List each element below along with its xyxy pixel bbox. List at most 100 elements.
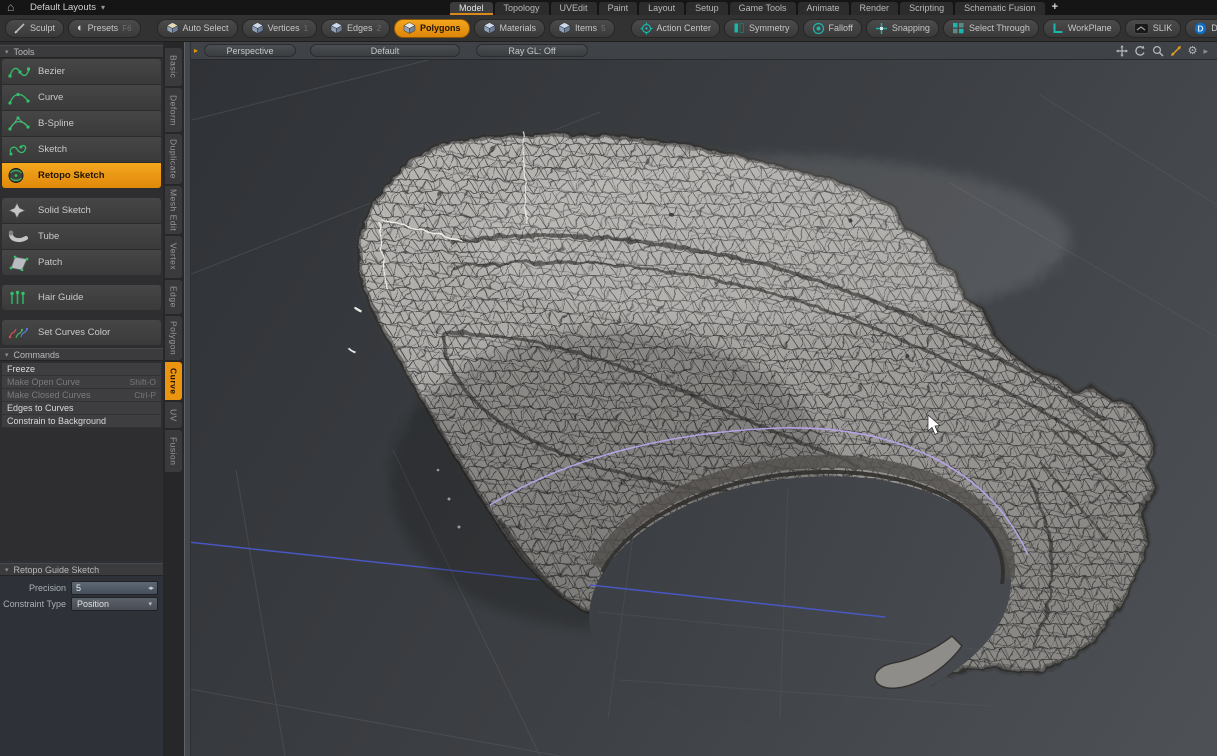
vtab-edge[interactable]: Edge bbox=[165, 280, 182, 314]
slik-button[interactable]: SLIK bbox=[1125, 19, 1182, 38]
falloff-button[interactable]: Falloff bbox=[803, 19, 862, 38]
workplane-label: WorkPlane bbox=[1068, 23, 1112, 33]
command-edges-to-curves[interactable]: Edges to Curves bbox=[2, 402, 161, 415]
settings-gear-icon[interactable]: ⚙ bbox=[1188, 45, 1198, 57]
view-type-dropdown[interactable]: Perspective bbox=[204, 44, 296, 57]
more-options-caret-icon[interactable]: ▸ bbox=[1203, 46, 1208, 57]
tab-paint[interactable]: Paint bbox=[599, 2, 638, 15]
cube-icon bbox=[558, 22, 571, 34]
edges-button[interactable]: Edges 2 bbox=[321, 19, 390, 38]
retopo-guide-sketch-header[interactable]: ▾ Retopo Guide Sketch bbox=[0, 563, 163, 576]
constraint-type-dropdown[interactable]: Position ▾ bbox=[71, 597, 158, 611]
panel-splitter[interactable] bbox=[184, 42, 191, 756]
tab-layout[interactable]: Layout bbox=[639, 2, 684, 15]
pan-icon[interactable] bbox=[1116, 45, 1128, 57]
commands-header-label: Commands bbox=[14, 350, 60, 360]
vtab-vertex[interactable]: Vertex bbox=[165, 236, 182, 278]
tool-retopo-sketch[interactable]: Retopo Sketch bbox=[2, 163, 161, 188]
tool-solid-sketch[interactable]: Solid Sketch bbox=[2, 198, 161, 224]
vtab-deform[interactable]: Deform bbox=[165, 88, 182, 132]
viewport-canvas[interactable] bbox=[184, 60, 1217, 756]
hair-tools-group: Hair Guide bbox=[2, 285, 161, 310]
vtab-curve[interactable]: Curve bbox=[165, 362, 182, 400]
sculpt-button[interactable]: Sculpt bbox=[5, 19, 64, 38]
presets-label: Presets bbox=[88, 23, 119, 33]
symmetry-button[interactable]: Symmetry bbox=[724, 19, 799, 38]
precision-row: Precision 5 ◂▸ bbox=[0, 580, 163, 595]
command-constrain-to-background[interactable]: Constrain to Background bbox=[2, 415, 161, 428]
materials-button[interactable]: Materials bbox=[474, 19, 546, 38]
dash-export-button[interactable]: D Dash Export bbox=[1185, 19, 1217, 38]
precision-field[interactable]: 5 ◂▸ bbox=[71, 581, 158, 595]
vtab-basic[interactable]: Basic bbox=[165, 48, 182, 86]
tools-header-label: Tools bbox=[14, 47, 35, 57]
vtab-duplicate[interactable]: Duplicate bbox=[165, 134, 182, 184]
viewport-menu-caret-icon[interactable]: ▸ bbox=[194, 46, 198, 55]
tool-b-spline[interactable]: B-Spline bbox=[2, 111, 161, 137]
chevron-down-icon: ▾ bbox=[101, 3, 105, 12]
tab-animate[interactable]: Animate bbox=[798, 2, 849, 15]
tab-scripting[interactable]: Scripting bbox=[900, 2, 953, 15]
add-tab-button[interactable]: + bbox=[1047, 1, 1063, 15]
tool-bezier[interactable]: Bezier bbox=[2, 59, 161, 85]
svg-text:D: D bbox=[1198, 23, 1204, 33]
retopo-sketch-icon bbox=[7, 167, 31, 184]
radial-icon bbox=[812, 22, 825, 35]
mirror-icon bbox=[733, 22, 745, 34]
action-center-button[interactable]: Action Center bbox=[631, 19, 721, 38]
select-through-button[interactable]: Select Through bbox=[943, 19, 1039, 38]
command-make-open-curve-shortcut: Shift-O bbox=[130, 377, 156, 387]
magnify-icon[interactable] bbox=[1152, 45, 1164, 57]
vtab-polygon[interactable]: Polygon bbox=[165, 316, 182, 360]
shading-preset-dropdown[interactable]: Default bbox=[310, 44, 460, 57]
cube-icon bbox=[483, 22, 496, 34]
raygl-dropdown[interactable]: Ray GL: Off bbox=[476, 44, 588, 57]
layout-switcher-label: Default Layouts bbox=[30, 2, 96, 13]
half-sphere-icon: ◐ bbox=[77, 22, 84, 34]
vtab-mesh-edit[interactable]: Mesh Edit bbox=[165, 186, 182, 234]
layout-switcher[interactable]: Default Layouts ▾ bbox=[30, 0, 105, 15]
workplane-button[interactable]: WorkPlane bbox=[1043, 19, 1121, 38]
tab-setup[interactable]: Setup bbox=[686, 2, 728, 15]
patch-icon bbox=[7, 255, 31, 271]
tools-section-header[interactable]: ▾ Tools bbox=[0, 45, 163, 58]
orbit-icon[interactable] bbox=[1134, 45, 1146, 57]
tool-sketch[interactable]: Sketch bbox=[2, 137, 161, 163]
plane-icon bbox=[1052, 22, 1064, 34]
scale-icon[interactable] bbox=[1170, 45, 1182, 57]
tool-hair-guide[interactable]: Hair Guide bbox=[2, 285, 161, 310]
commands-section-header[interactable]: ▾ Commands bbox=[0, 348, 163, 361]
presets-button[interactable]: ◐ Presets F6 bbox=[68, 19, 141, 38]
command-make-closed-curves[interactable]: Make Closed Curves Ctrl-P bbox=[2, 389, 161, 402]
tool-tube[interactable]: Tube bbox=[2, 224, 161, 250]
tool-hair-guide-label: Hair Guide bbox=[38, 292, 83, 303]
tool-b-spline-label: B-Spline bbox=[38, 118, 74, 129]
action-center-label: Action Center bbox=[657, 23, 712, 33]
snapping-button[interactable]: Snapping bbox=[866, 19, 939, 38]
cube-icon bbox=[166, 22, 179, 34]
vertices-button[interactable]: Vertices 1 bbox=[242, 19, 317, 38]
tab-uvedit[interactable]: UVEdit bbox=[551, 2, 597, 15]
tab-model[interactable]: Model bbox=[450, 2, 493, 15]
viewport-nav-icons: ⚙ ▸ bbox=[1116, 45, 1208, 57]
spinner-arrows-icon[interactable]: ◂▸ bbox=[148, 584, 153, 592]
home-icon[interactable]: ⌂ bbox=[7, 0, 14, 14]
tab-topology[interactable]: Topology bbox=[495, 2, 549, 15]
tab-schematic-fusion[interactable]: Schematic Fusion bbox=[955, 2, 1045, 15]
auto-select-button[interactable]: Auto Select bbox=[157, 19, 238, 38]
command-make-open-curve[interactable]: Make Open Curve Shift-O bbox=[2, 376, 161, 389]
tool-bezier-label: Bezier bbox=[38, 66, 65, 77]
tool-set-curves-color[interactable]: Set Curves Color bbox=[2, 320, 161, 345]
bezier-icon bbox=[7, 64, 31, 80]
main-toolbar: Sculpt ◐ Presets F6 Auto Select Vertices… bbox=[0, 15, 1217, 42]
vtab-uv[interactable]: UV bbox=[165, 402, 182, 428]
tool-patch[interactable]: Patch bbox=[2, 250, 161, 275]
vertices-label: Vertices bbox=[268, 23, 300, 33]
items-button[interactable]: Items 5 bbox=[549, 19, 614, 38]
tab-render[interactable]: Render bbox=[851, 2, 899, 15]
tool-curve[interactable]: Curve bbox=[2, 85, 161, 111]
command-freeze[interactable]: Freeze bbox=[2, 363, 161, 376]
polygons-button[interactable]: Polygons bbox=[394, 19, 470, 38]
vtab-fusion[interactable]: Fusion bbox=[165, 430, 182, 472]
tab-game-tools[interactable]: Game Tools bbox=[730, 2, 796, 15]
